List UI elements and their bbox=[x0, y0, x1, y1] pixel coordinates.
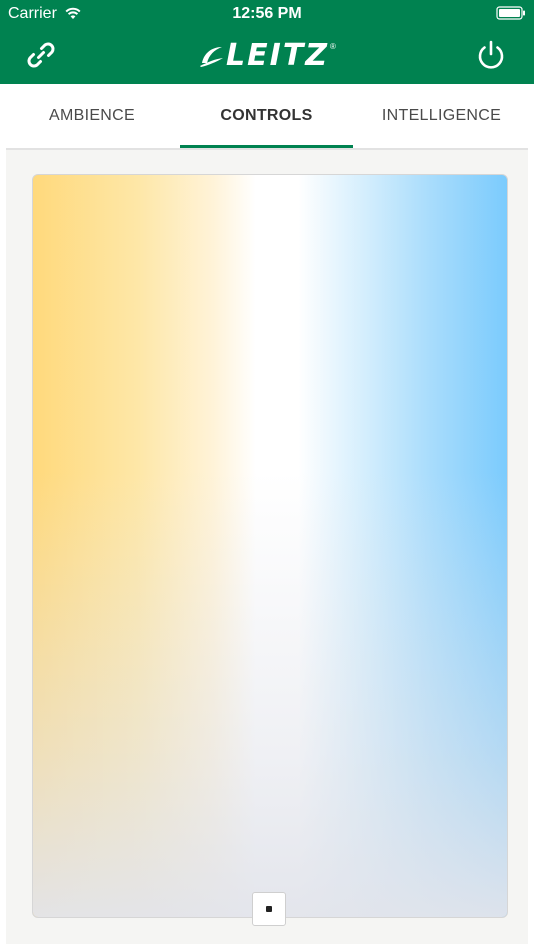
tab-intelligence[interactable]: INTELLIGENCE bbox=[353, 84, 530, 148]
tab-ambience[interactable]: AMBIENCE bbox=[4, 84, 180, 148]
handle-dot bbox=[266, 906, 272, 912]
status-bar: Carrier 12:56 PM bbox=[0, 0, 534, 28]
tab-bar: AMBIENCE CONTROLS INTELLIGENCE bbox=[0, 84, 534, 150]
leitz-mark-icon bbox=[198, 43, 224, 69]
power-icon bbox=[472, 40, 510, 78]
tab-controls[interactable]: CONTROLS bbox=[180, 84, 353, 148]
picker-handle[interactable] bbox=[252, 892, 286, 926]
registered-mark: ® bbox=[330, 41, 336, 51]
color-temperature-picker[interactable] bbox=[32, 174, 508, 918]
app-screen: Carrier 12:56 PM LEITZ ® AMBIENCE CONTRO… bbox=[0, 0, 534, 950]
controls-panel bbox=[6, 150, 528, 944]
header-bar: Carrier 12:56 PM LEITZ ® bbox=[0, 0, 534, 84]
brand-logo: LEITZ ® bbox=[0, 38, 534, 74]
battery-icon bbox=[496, 6, 526, 20]
brand-name: LEITZ bbox=[226, 38, 330, 73]
app-bar: LEITZ ® bbox=[0, 28, 534, 84]
status-time: 12:56 PM bbox=[232, 5, 302, 22]
power-button[interactable] bbox=[472, 36, 510, 74]
